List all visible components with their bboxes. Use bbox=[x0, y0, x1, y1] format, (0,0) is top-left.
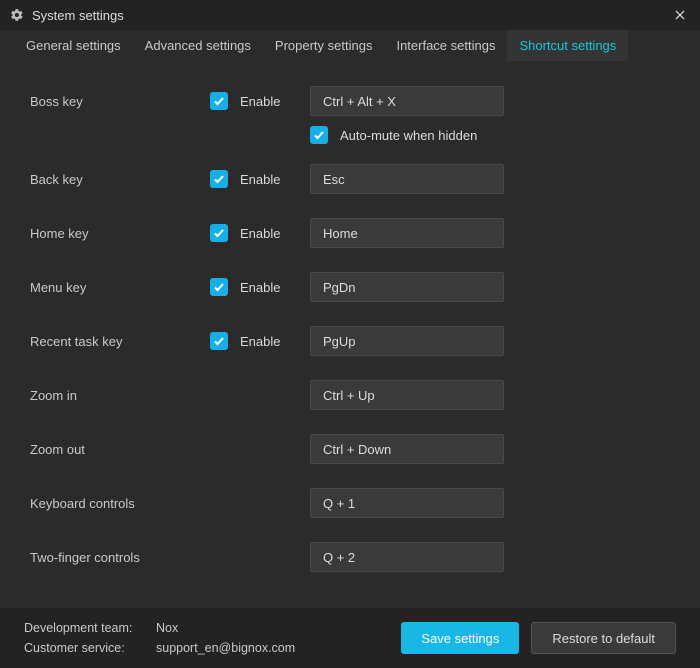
input-two-finger-controls[interactable] bbox=[310, 542, 504, 572]
checkbox-home-key-enable[interactable] bbox=[210, 224, 228, 242]
gear-icon bbox=[10, 8, 24, 22]
checkbox-boss-key-enable[interactable] bbox=[210, 92, 228, 110]
label-home-key: Home key bbox=[30, 226, 210, 241]
tab-shortcut[interactable]: Shortcut settings bbox=[507, 30, 628, 61]
input-boss-key[interactable] bbox=[310, 86, 504, 116]
label-back-key: Back key bbox=[30, 172, 210, 187]
enable-label: Enable bbox=[240, 172, 310, 187]
label-recent-task-key: Recent task key bbox=[30, 334, 210, 349]
input-back-key[interactable] bbox=[310, 164, 504, 194]
row-recent-task-key: Recent task key Enable bbox=[30, 326, 670, 356]
checkbox-auto-mute[interactable] bbox=[310, 126, 328, 144]
checkbox-back-key-enable[interactable] bbox=[210, 170, 228, 188]
input-keyboard-controls[interactable] bbox=[310, 488, 504, 518]
row-zoom-out: Zoom out bbox=[30, 434, 670, 464]
window-title: System settings bbox=[32, 8, 670, 23]
row-menu-key: Menu key Enable bbox=[30, 272, 670, 302]
tabs: General settings Advanced settings Prope… bbox=[0, 30, 700, 62]
row-keyboard-controls: Keyboard controls bbox=[30, 488, 670, 518]
footer-info: Development team: Nox Customer service: … bbox=[24, 618, 389, 658]
input-zoom-in[interactable] bbox=[310, 380, 504, 410]
tab-interface[interactable]: Interface settings bbox=[384, 30, 507, 61]
label-zoom-in: Zoom in bbox=[30, 388, 310, 403]
label-zoom-out: Zoom out bbox=[30, 442, 310, 457]
footer: Development team: Nox Customer service: … bbox=[0, 608, 700, 668]
label-two-finger-controls: Two-finger controls bbox=[30, 550, 310, 565]
dev-team-label: Development team: bbox=[24, 618, 142, 638]
input-recent-task-key[interactable] bbox=[310, 326, 504, 356]
customer-service-label: Customer service: bbox=[24, 638, 142, 658]
label-keyboard-controls: Keyboard controls bbox=[30, 496, 310, 511]
save-button[interactable]: Save settings bbox=[401, 622, 519, 654]
dev-team-value: Nox bbox=[156, 618, 178, 638]
input-zoom-out[interactable] bbox=[310, 434, 504, 464]
label-auto-mute: Auto-mute when hidden bbox=[340, 128, 477, 143]
enable-label: Enable bbox=[240, 94, 310, 109]
titlebar: System settings bbox=[0, 0, 700, 30]
row-back-key: Back key Enable bbox=[30, 164, 670, 194]
enable-label: Enable bbox=[240, 334, 310, 349]
restore-default-button[interactable]: Restore to default bbox=[531, 622, 676, 654]
input-home-key[interactable] bbox=[310, 218, 504, 248]
checkbox-recent-task-key-enable[interactable] bbox=[210, 332, 228, 350]
tab-advanced[interactable]: Advanced settings bbox=[133, 30, 263, 61]
label-boss-key: Boss key bbox=[30, 94, 210, 109]
tab-property[interactable]: Property settings bbox=[263, 30, 385, 61]
content-area: Boss key Enable Auto-mute when hidden Ba… bbox=[0, 62, 700, 606]
enable-label: Enable bbox=[240, 280, 310, 295]
checkbox-menu-key-enable[interactable] bbox=[210, 278, 228, 296]
row-zoom-in: Zoom in bbox=[30, 380, 670, 410]
close-icon[interactable] bbox=[670, 5, 690, 25]
row-two-finger-controls: Two-finger controls bbox=[30, 542, 670, 572]
row-home-key: Home key Enable bbox=[30, 218, 670, 248]
tab-general[interactable]: General settings bbox=[14, 30, 133, 61]
row-boss-key: Boss key Enable bbox=[30, 86, 670, 116]
input-menu-key[interactable] bbox=[310, 272, 504, 302]
customer-service-value: support_en@bignox.com bbox=[156, 638, 295, 658]
label-menu-key: Menu key bbox=[30, 280, 210, 295]
row-auto-mute: Auto-mute when hidden bbox=[310, 126, 670, 144]
enable-label: Enable bbox=[240, 226, 310, 241]
